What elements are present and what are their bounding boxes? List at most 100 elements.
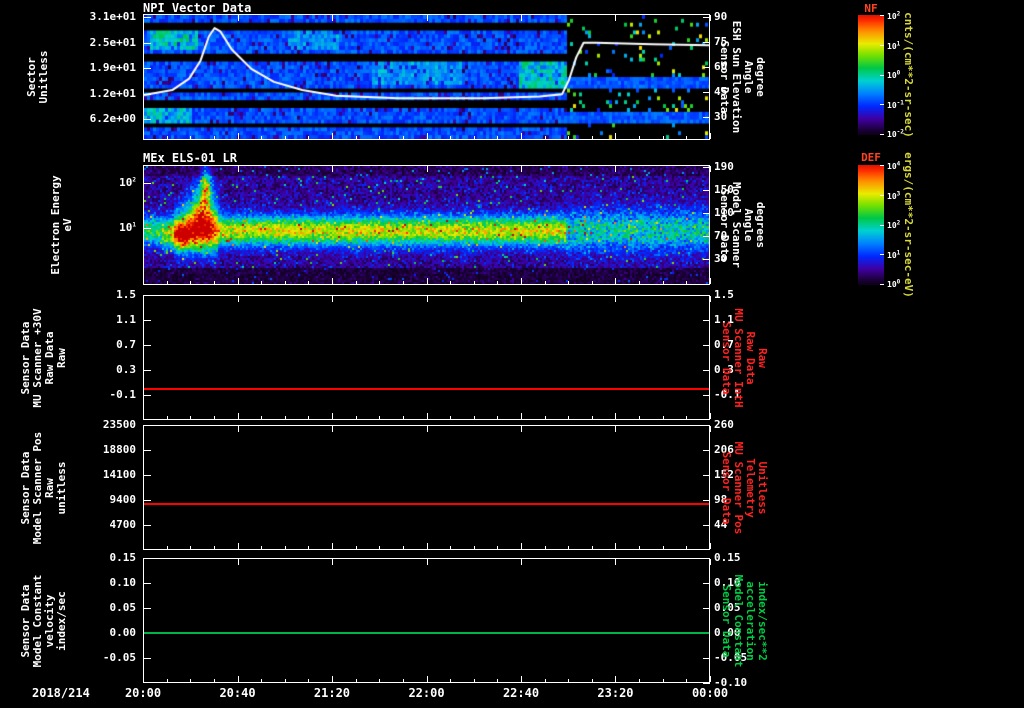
axis-title-line: Unitless [756,461,769,514]
y-tick-label-left: 101 [119,221,136,234]
axis-tick-mark [190,136,191,139]
axis-tick-mark [710,133,711,139]
y-tick-label-left: 23500 [102,418,136,431]
axis-tick-mark [144,370,151,371]
axis-tick-mark [686,136,687,139]
y-tick-label-left: 1.5 [116,288,136,301]
model-scanner-pos-data-line [144,503,709,505]
axis-tick-mark [427,426,428,432]
axis-title-line: Telemetry [744,457,757,518]
axis-tick-mark [238,278,239,284]
model-constant-data-line [144,632,709,634]
axis-tick-mark [615,676,616,682]
axis-tick-mark [710,559,711,565]
axis-tick-mark [703,92,710,93]
els-left-axis-title: Electron Energy eV [49,150,74,300]
axis-tick-mark [144,183,151,184]
axis-tick-mark [403,136,404,139]
axis-title-line: cnts/(cm**2-sr-sec) [902,12,915,138]
axis-tick-mark [686,546,687,549]
npi-panel-title: NPI Vector Data [143,1,252,15]
axis-title-line: degrees [754,201,767,249]
axis-tick-mark [703,167,710,168]
axis-title-line: MU Scanner Pos [732,441,745,534]
axis-tick-mark [880,104,884,105]
axis-tick-mark [880,75,884,76]
axis-tick-mark [143,543,144,549]
axis-tick-mark [285,416,286,419]
axis-title-line: Raw [756,347,769,368]
axis-tick-mark [427,278,428,284]
axis-title-line: ESH Sun Elevation [730,20,743,134]
axis-tick-mark [332,543,333,549]
axis-tick-mark [379,546,380,549]
colorbar-tick-label: 101 [887,248,901,260]
axis-tick-mark [497,416,498,419]
axis-tick-mark [308,679,309,682]
axis-tick-mark [703,67,710,68]
y-tick-label-left: -0.05 [102,651,136,664]
axis-tick-mark [379,416,380,419]
axis-tick-mark [703,475,710,476]
axis-tick-mark [144,425,151,426]
axis-tick-mark [521,559,522,565]
axis-tick-mark [214,679,215,682]
axis-tick-mark [238,559,239,565]
x-axis-tick-label: 21:20 [313,686,351,700]
npi-spectrogram-canvas [144,15,709,139]
model-constant-right-axis-title: Sensor Data Model Constant acceleration ind… [720,546,769,696]
axis-tick-mark [144,475,151,476]
axis-tick-mark [703,213,710,214]
axis-tick-mark [703,259,710,260]
mu-scanner-30v-data-line [144,387,709,390]
axis-tick-mark [144,320,151,321]
nf-colorbar-title: NF [864,2,878,15]
axis-tick-mark [332,676,333,682]
axis-tick-mark [167,136,168,139]
axis-title-line: acceleration [744,580,757,661]
axis-tick-mark [639,281,640,284]
axis-tick-mark [144,228,151,229]
axis-tick-mark [703,558,710,559]
y-tick-label-left: 3.1e+01 [89,10,136,24]
scanner-pos-line-panel [143,425,710,550]
axis-tick-mark [703,320,710,321]
axis-tick-mark [356,679,357,682]
els-right-axis-title: Sensor Data Model Scanner Angle degrees [718,150,767,300]
els-panel-title: MEx ELS-01 LR [143,151,237,165]
axis-tick-mark [880,225,884,226]
axis-tick-mark [238,15,239,21]
axis-tick-mark [238,676,239,682]
axis-title-line: index/sec [55,590,68,651]
y-tick-label-left: 2.5e+01 [89,35,136,49]
axis-title-line: Angle [742,60,755,94]
mu-scanner-30v-right-axis-title: Sensor Data MU Scanner IntH Raw Data Raw [720,283,769,433]
axis-tick-mark [143,559,144,565]
axis-tick-mark [497,281,498,284]
y-tick-label-left: 1.9e+01 [89,61,136,75]
axis-tick-mark [427,133,428,139]
axis-tick-mark [703,608,710,609]
axis-tick-mark [497,679,498,682]
axis-tick-mark [308,136,309,139]
npi-right-axis-title: Sensor Data ESH Sun Elevation Angle degree [718,2,767,152]
axis-tick-mark [703,658,710,659]
npi-spectrogram-panel [143,14,710,140]
axis-tick-mark [663,546,664,549]
axis-tick-mark [710,166,711,172]
axis-tick-mark [521,278,522,284]
axis-tick-mark [261,546,262,549]
axis-tick-mark [214,281,215,284]
axis-tick-mark [144,583,151,584]
colorbar-tick-label: 100 [887,278,901,289]
axis-tick-mark [880,134,884,135]
axis-tick-mark [144,68,151,69]
colorbar-unit-label: ergs/(cm**2-sr-sec-eV) [902,150,915,300]
y-tick-label-left: 0.15 [109,551,137,564]
axis-tick-mark [144,450,151,451]
axis-tick-mark [710,543,711,549]
axis-tick-mark [615,559,616,565]
axis-tick-mark [703,395,710,396]
axis-tick-mark [356,546,357,549]
axis-tick-mark [497,136,498,139]
